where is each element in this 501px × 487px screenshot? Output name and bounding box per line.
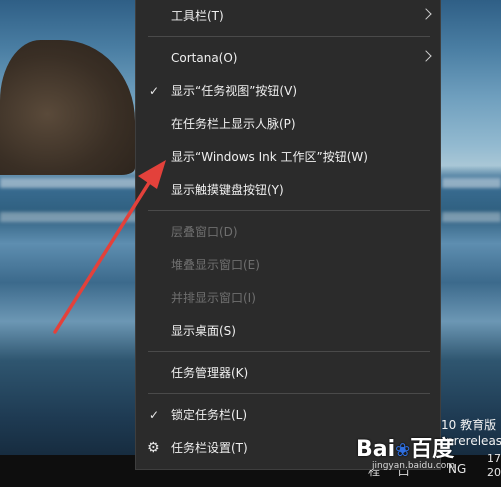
wallpaper-wave <box>0 178 140 188</box>
menu-item-label: 工具栏(T) <box>171 9 224 23</box>
gear-icon: ⚙ <box>147 440 160 456</box>
menu-item-side-by-side: 并排显示窗口(I) <box>136 283 440 313</box>
baidu-site-watermark: jingyan.baidu.com <box>372 461 456 471</box>
menu-separator <box>148 393 430 394</box>
menu-item-label: Cortana(O) <box>171 51 238 65</box>
menu-item-label: 显示“任务视图”按钮(V) <box>171 84 298 98</box>
paw-icon: ❀ <box>395 440 411 461</box>
menu-item-cascade-windows: 层叠窗口(D) <box>136 217 440 247</box>
taskbar-context-menu: 工具栏(T) Cortana(O) ✓ 显示“任务视图”按钮(V) 在任务栏上显… <box>135 0 441 470</box>
menu-item-label: 任务栏设置(T) <box>171 441 248 455</box>
menu-item-label: 显示桌面(S) <box>171 324 236 338</box>
menu-item-label: 显示触摸键盘按钮(Y) <box>171 183 284 197</box>
menu-separator <box>148 351 430 352</box>
tray-time: 17 <box>487 452 501 465</box>
menu-item-label: 在任务栏上显示人脉(P) <box>171 117 296 131</box>
menu-item-label: 层叠窗口(D) <box>171 225 238 239</box>
chevron-right-icon <box>420 8 432 20</box>
menu-item-show-task-view[interactable]: ✓ 显示“任务视图”按钮(V) <box>136 76 440 106</box>
menu-item-label: 锁定任务栏(L) <box>171 408 248 422</box>
menu-item-show-windows-ink[interactable]: 显示“Windows Ink 工作区”按钮(W) <box>136 142 440 172</box>
tray-clock[interactable]: 17 2018 <box>487 452 501 480</box>
menu-item-show-touch-keyboard[interactable]: 显示触摸键盘按钮(Y) <box>136 175 440 205</box>
wallpaper-wave <box>442 178 501 188</box>
menu-item-show-people[interactable]: 在任务栏上显示人脉(P) <box>136 109 440 139</box>
menu-item-cortana[interactable]: Cortana(O) <box>136 43 440 73</box>
menu-item-show-desktop[interactable]: 显示桌面(S) <box>136 316 440 346</box>
menu-item-task-manager[interactable]: 任务管理器(K) <box>136 358 440 388</box>
check-icon: ✓ <box>149 408 160 422</box>
menu-item-label: 并排显示窗口(I) <box>171 291 256 305</box>
menu-separator <box>148 36 430 37</box>
baidu-logo-watermark: Bai❀百度 <box>356 437 455 462</box>
check-icon: ✓ <box>149 84 160 98</box>
menu-item-label: 任务管理器(K) <box>171 366 249 380</box>
wallpaper-wave <box>0 212 140 222</box>
chevron-right-icon <box>420 50 432 62</box>
wallpaper-wave <box>442 212 501 222</box>
menu-item-label: 显示“Windows Ink 工作区”按钮(W) <box>171 150 368 164</box>
menu-separator <box>148 210 430 211</box>
menu-item-stack-windows: 堆叠显示窗口(E) <box>136 250 440 280</box>
menu-item-lock-taskbar[interactable]: ✓ 锁定任务栏(L) <box>136 400 440 430</box>
menu-item-label: 堆叠显示窗口(E) <box>171 258 260 272</box>
menu-item-toolbars[interactable]: 工具栏(T) <box>136 1 440 31</box>
tray-date: 2018 <box>487 466 501 479</box>
